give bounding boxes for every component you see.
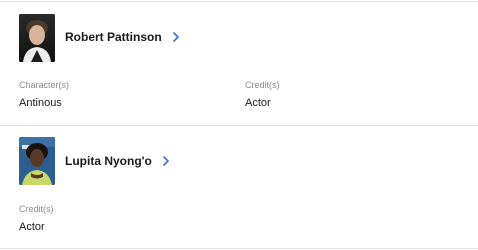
credit-value: Actor bbox=[19, 221, 45, 233]
top-divider bbox=[0, 1, 478, 2]
cast-name: Robert Pattinson bbox=[65, 30, 162, 44]
cast-name-link-robert-pattinson[interactable]: Robert Pattinson bbox=[65, 30, 180, 44]
cast-name-link-lupita-nyongo[interactable]: Lupita Nyong'o bbox=[65, 154, 170, 168]
card-divider bbox=[0, 125, 478, 126]
credit-value: Actor bbox=[245, 97, 271, 109]
avatar-lupita-nyongo[interactable] bbox=[19, 137, 55, 185]
chevron-right-icon bbox=[163, 156, 169, 166]
character-value: Antinous bbox=[19, 97, 62, 109]
character-label: Character(s) bbox=[19, 80, 70, 90]
bottom-divider bbox=[0, 248, 478, 249]
credit-label: Credit(s) bbox=[245, 80, 280, 90]
cast-name: Lupita Nyong'o bbox=[65, 154, 152, 168]
credit-label: Credit(s) bbox=[19, 204, 54, 214]
chevron-right-icon bbox=[172, 32, 179, 42]
avatar-robert-pattinson[interactable] bbox=[19, 14, 55, 62]
